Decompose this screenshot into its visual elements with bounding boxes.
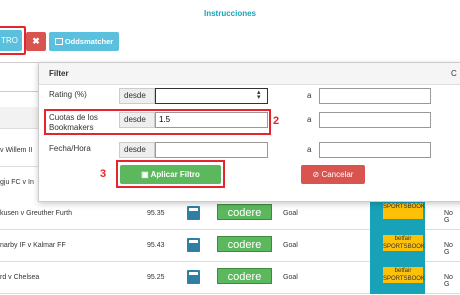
rating-label: Rating (%)	[49, 90, 87, 99]
rating-to-input[interactable]	[319, 88, 431, 104]
cuotas-label-line2: Bookmakers	[49, 123, 94, 132]
modal-header	[39, 63, 460, 85]
bet-type: Goal	[283, 242, 298, 249]
modal-title: Filter	[49, 69, 69, 78]
filter-button-highlight	[0, 26, 26, 55]
apply-filter-label: Aplicar Filtro	[150, 170, 200, 179]
step-2-marker: 2	[273, 115, 280, 127]
exchange-logo: SPORTSBOOK	[383, 203, 425, 219]
fecha-to-input[interactable]	[319, 142, 431, 158]
extra-col: No G	[444, 242, 453, 256]
bookmaker-logo: codere	[217, 236, 272, 252]
fecha-desde-addon: desde	[119, 142, 155, 158]
table-header	[0, 107, 40, 129]
fecha-a-label: a	[307, 145, 312, 154]
bet-type: Goal	[283, 210, 298, 217]
match-name: v Willem II	[0, 147, 33, 154]
table-row[interactable]: narby IF v Kalmar FF 95.43 codere Goal 1…	[0, 230, 460, 262]
table-row[interactable]: kusen v Greuther Furth 95.35 codere Goal…	[0, 198, 460, 230]
bookmaker-logo: codere	[217, 204, 272, 220]
cuotas-a-label: a	[307, 115, 312, 124]
calculator-icon[interactable]	[187, 238, 200, 252]
fecha-label: Fecha/Hora	[49, 144, 91, 153]
rating-from-input[interactable]	[155, 88, 268, 104]
rating-value: 95.35	[147, 210, 165, 217]
table-row[interactable]: rd v Chelsea 95.25 codere Goal 2.10 betf…	[0, 262, 460, 294]
cancel-button[interactable]: ⊘ Cancelar	[301, 165, 365, 184]
match-name: narby IF v Kalmar FF	[0, 242, 66, 249]
exchange-logo: betfair SPORTSBOOK	[383, 235, 425, 251]
cuotas-label-line1: Cuotas de los	[49, 113, 98, 122]
match-name: gju FC v In	[0, 179, 34, 186]
filter-modal: Filter C Rating (%) desde ▴ ▾ a Cuotas de…	[38, 62, 460, 202]
calculator-icon[interactable]	[187, 270, 200, 284]
extra-col: No G	[444, 274, 453, 288]
edit-icon	[54, 38, 63, 45]
calculator-icon[interactable]	[187, 206, 200, 220]
exchange-logo: betfair SPORTSBOOK	[383, 267, 425, 283]
rating-a-label: a	[307, 91, 312, 100]
instructions-link[interactable]: Instrucciones	[0, 9, 460, 18]
modal-close[interactable]: C	[451, 69, 457, 78]
fecha-from-input[interactable]	[155, 142, 268, 158]
table-top-box	[0, 62, 40, 92]
cancel-label: Cancelar	[321, 170, 354, 179]
oddsmatcher-label: Oddsmatcher	[64, 37, 114, 46]
spinner-icon[interactable]: ▴ ▾	[257, 89, 261, 101]
match-name: rd v Chelsea	[0, 274, 40, 281]
bookmaker-logo: codere	[217, 268, 272, 284]
match-name: kusen v Greuther Furth	[0, 210, 72, 217]
apply-filter-button[interactable]: ▣ Aplicar Filtro	[120, 165, 221, 184]
cuotas-to-input[interactable]	[319, 112, 431, 128]
cuotas-label: Cuotas de los Bookmakers	[49, 113, 98, 133]
oddsmatcher-button[interactable]: Oddsmatcher	[49, 32, 119, 51]
cuotas-from-input[interactable]: 1.5	[155, 112, 268, 128]
cuotas-desde-addon: desde	[119, 112, 155, 128]
rating-value: 95.25	[147, 274, 165, 281]
rating-desde-addon: desde	[119, 88, 155, 104]
step-3-marker: 3	[100, 168, 107, 180]
bet-type: Goal	[283, 274, 298, 281]
clear-filter-button[interactable]: ✖	[26, 32, 46, 51]
rating-value: 95.43	[147, 242, 165, 249]
extra-col: No G	[444, 210, 453, 224]
save-icon: ▣	[141, 170, 151, 179]
